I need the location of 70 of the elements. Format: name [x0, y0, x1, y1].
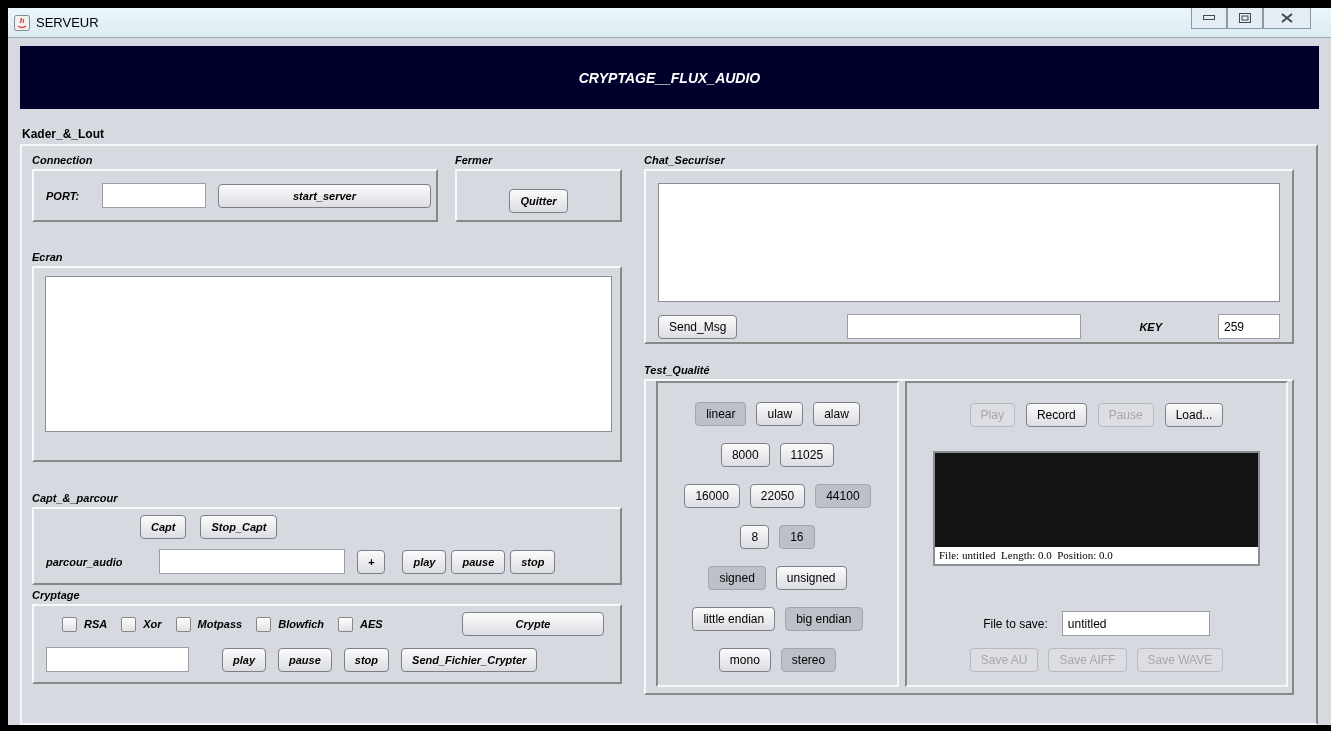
format-toggle[interactable]: 44100	[815, 484, 871, 508]
play-button[interactable]: play	[222, 647, 266, 672]
crypt-button[interactable]: Crypte	[462, 612, 604, 636]
key-label: KEY	[1139, 320, 1162, 333]
close-button[interactable]	[1263, 8, 1311, 29]
format-toggle[interactable]: ulaw	[756, 402, 804, 426]
checkbox[interactable]	[338, 616, 354, 632]
checkbox[interactable]	[62, 616, 77, 632]
file-field[interactable]	[46, 647, 189, 672]
format-toggle[interactable]: 16	[779, 525, 815, 549]
stop-capture-button[interactable]: Stop_Capt	[200, 515, 278, 539]
load-button[interactable]: Load...	[1164, 403, 1224, 427]
stop-button[interactable]: stop	[343, 647, 390, 672]
send-message-button[interactable]: Send_Msg	[658, 314, 738, 339]
format-toggle[interactable]: signed	[708, 566, 766, 590]
group-title: Test_Qualité	[644, 364, 710, 376]
start-server-button[interactable]: start_server	[218, 183, 431, 208]
port-label: PORT:	[46, 189, 81, 202]
checkbox[interactable]	[256, 616, 272, 632]
file-name-field[interactable]: untitled	[1061, 611, 1210, 636]
checkbox-label: RSA	[84, 618, 108, 630]
banner-title: CRYPTAGE__FLUX_AUDIO	[578, 69, 761, 86]
send-file-button[interactable]: Send_Fichier_Crypter	[401, 647, 538, 672]
play-button[interactable]: play	[402, 549, 447, 574]
group-title: Ecran	[32, 251, 63, 263]
checkbox[interactable]	[121, 616, 137, 632]
window-title: SERVEUR	[36, 15, 99, 30]
pause-button[interactable]: pause	[278, 647, 332, 672]
record-button[interactable]: Record	[1025, 403, 1087, 427]
capture-button[interactable]: Capt	[140, 515, 187, 539]
format-toggle[interactable]: 16000	[684, 484, 740, 508]
format-toggle[interactable]: stereo	[780, 648, 837, 672]
quit-button[interactable]: Quitter	[509, 188, 568, 213]
status-text: File: untitled Length: 0.0 Position: 0.0	[935, 547, 1258, 564]
group-title: Connection	[32, 154, 93, 166]
maximize-icon	[1239, 13, 1251, 23]
add-button[interactable]: +	[357, 549, 386, 574]
key-field[interactable]: 259	[1218, 314, 1280, 339]
pause-button[interactable]: pause	[451, 549, 506, 574]
format-toggle[interactable]: mono	[718, 648, 771, 672]
path-field[interactable]	[159, 549, 345, 574]
file-label: File to save:	[983, 616, 1048, 631]
format-toggle[interactable]: 8	[740, 525, 770, 549]
maximize-button[interactable]	[1227, 8, 1263, 29]
group-title: Fermer	[455, 154, 493, 166]
stop-button[interactable]: stop	[510, 549, 556, 574]
minimize-icon	[1203, 15, 1215, 21]
panel-title: Kader_&_Lout	[22, 127, 104, 141]
format-toggle[interactable]: big endian	[785, 607, 863, 631]
checkbox-label: Blowfich	[278, 618, 325, 630]
path-label: parcour_audio	[46, 555, 124, 568]
checkbox-label: Motpass	[197, 618, 243, 630]
group-title: Capt_&_parcour	[32, 492, 118, 504]
group-title: Cryptage	[32, 589, 80, 601]
format-toggle[interactable]: little endian	[692, 607, 776, 631]
checkbox-label: Xor	[143, 618, 162, 630]
format-toggle[interactable]: 22050	[749, 484, 806, 508]
port-field[interactable]	[102, 183, 206, 208]
app-icon	[14, 14, 30, 31]
checkbox-label: AES	[360, 618, 383, 630]
group-title: Chat_Securiser	[644, 154, 725, 166]
minimize-button[interactable]	[1191, 8, 1227, 29]
checkbox[interactable]	[175, 616, 191, 632]
format-toggle[interactable]: linear	[695, 402, 747, 426]
message-field[interactable]	[847, 314, 1082, 339]
close-icon	[1281, 13, 1293, 23]
format-toggle[interactable]: alaw	[813, 402, 860, 426]
format-toggle[interactable]: unsigned	[775, 566, 847, 590]
format-toggle[interactable]: 11025	[779, 443, 835, 467]
format-toggle[interactable]: 8000	[720, 443, 770, 467]
